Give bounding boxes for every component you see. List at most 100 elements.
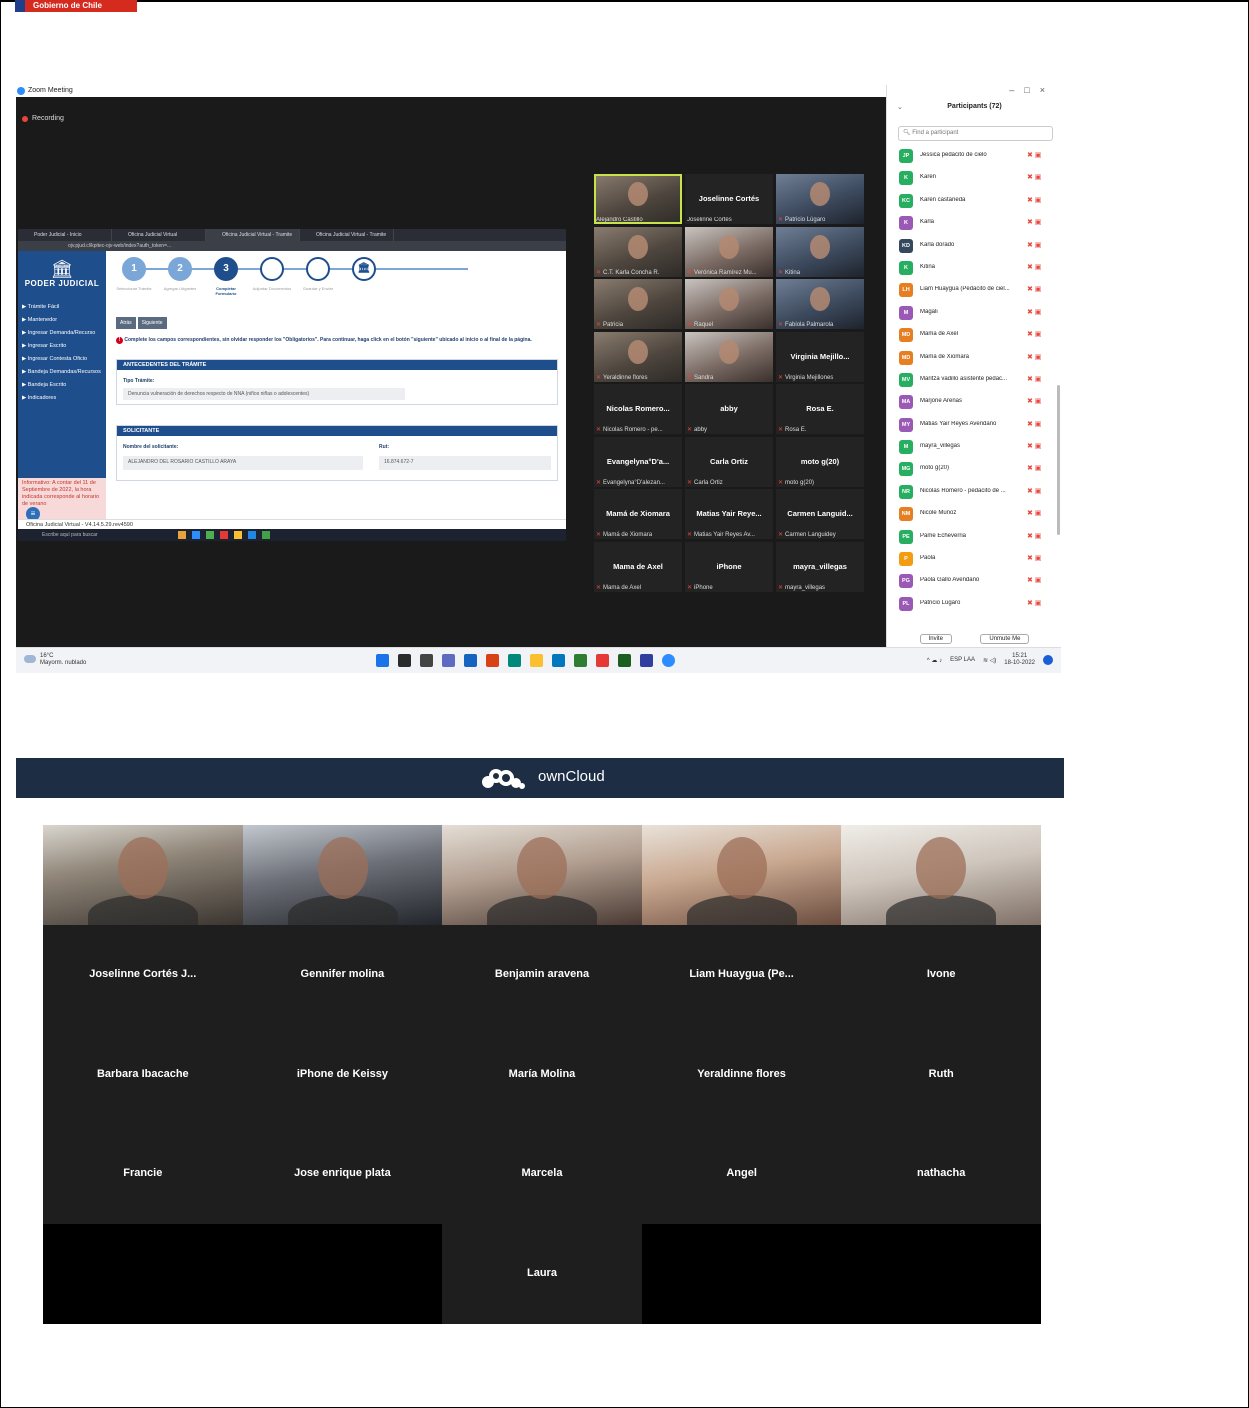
- participant-row[interactable]: PG Paola Gallo Avendaño ✖ ▣: [887, 570, 1057, 592]
- tipo-tramite-field[interactable]: Denuncia vulneración de derechos respect…: [123, 388, 405, 400]
- language-indicator[interactable]: ESP LAA: [950, 657, 975, 663]
- meeting-tile[interactable]: Marcela: [442, 1124, 642, 1225]
- video-tile[interactable]: Carla Ortiz ✕ Carla Ortiz: [685, 436, 773, 487]
- meeting-tile[interactable]: Jose enrique plata: [242, 1124, 443, 1225]
- app-icon[interactable]: [206, 531, 214, 539]
- participant-row[interactable]: Mmayra_villegas ✖ ▣: [887, 436, 1057, 458]
- participant-row[interactable]: MY Matias Yair Reyes Avendaño ✖ ▣: [887, 414, 1057, 436]
- app-icon[interactable]: [262, 531, 270, 539]
- video-tile[interactable]: ✕ Patricio Lúgaro: [776, 174, 864, 224]
- video-tile[interactable]: ✕ Raquel: [685, 279, 773, 329]
- app-icon[interactable]: [234, 531, 242, 539]
- recording-label[interactable]: Recording: [32, 115, 64, 122]
- pj-menu-item[interactable]: ▶ Ingresar Demanda/Recurso: [18, 327, 106, 340]
- browser-tab[interactable]: Oficina Judicial Virtual - Tramite: [300, 229, 394, 241]
- step-5[interactable]: [306, 257, 330, 281]
- participant-row[interactable]: NR Nicolas Romero - pedacito de ... ✖ ▣: [887, 481, 1057, 503]
- meeting-tile[interactable]: Francie: [43, 1124, 243, 1225]
- video-tile[interactable]: Virginia Mejillo... ✕ Virginia Mejillones: [776, 331, 864, 382]
- meeting-tile[interactable]: [43, 825, 243, 925]
- participant-row[interactable]: MG moto g(20) ✖ ▣: [887, 458, 1057, 480]
- window-controls[interactable]: –□×: [1009, 85, 1055, 95]
- weather-widget[interactable]: 16°C Mayorm. nublado: [24, 653, 86, 667]
- browser-url[interactable]: ojv.pjud.cl/kpitec-ojv-web/index?auth_to…: [18, 241, 566, 251]
- video-tile[interactable]: ✕ Fabiola Palmarola: [776, 279, 864, 329]
- participant-row[interactable]: LH Liam Huaygua (Pedacito de ciel... ✖ ▣: [887, 279, 1057, 301]
- video-tile[interactable]: ✕ Sandra: [685, 331, 773, 382]
- browser-tab-active[interactable]: Oficina Judicial Virtual - Tramite: [206, 229, 300, 241]
- meeting-tile[interactable]: Laura: [442, 1224, 642, 1324]
- pj-menu-item[interactable]: ▶ Ingresar Contesta Oficio: [18, 353, 106, 366]
- video-tile[interactable]: ✕ Verónica Ramírez Mu...: [685, 226, 773, 277]
- participant-row[interactable]: JP Jessica pedacito de cielo ✖ ▣: [887, 145, 1057, 167]
- scrollbar[interactable]: [1057, 385, 1060, 535]
- app-icon[interactable]: [640, 654, 653, 667]
- video-tile[interactable]: Matias Yair Reye... ✕ Matias Yair Reyes Av…: [685, 489, 773, 539]
- clock[interactable]: 15:21 18-10-2022: [1004, 653, 1035, 667]
- meeting-tile[interactable]: [242, 825, 443, 925]
- participant-row[interactable]: MV Maritza vadillo asistente pedac... ✖ ▣: [887, 369, 1057, 391]
- meeting-tile[interactable]: iPhone de Keissy: [242, 1024, 443, 1125]
- video-tile[interactable]: Rosa E. ✕ Rosa E.: [776, 384, 864, 434]
- video-tile[interactable]: iPhone ✕ iPhone: [685, 541, 773, 592]
- notification-icon[interactable]: [1043, 655, 1053, 665]
- step-3[interactable]: 3: [214, 257, 238, 281]
- video-tile[interactable]: ✕ Patricia: [594, 279, 682, 329]
- participant-row[interactable]: K Karen ✖ ▣: [887, 167, 1057, 189]
- windows-start-icon[interactable]: [376, 654, 389, 667]
- participant-row[interactable]: PL Patricio Lúgaro ✖ ▣: [887, 593, 1057, 615]
- meeting-tile[interactable]: Gennifer molina: [242, 924, 443, 1025]
- meeting-tile[interactable]: Angel: [641, 1124, 842, 1225]
- meeting-tile[interactable]: María Molina: [442, 1024, 642, 1125]
- meeting-tile[interactable]: Barbara Ibacache: [43, 1024, 243, 1125]
- invite-button[interactable]: Invite: [919, 634, 952, 644]
- shared-taskbar-search[interactable]: Escribe aquí para buscar: [42, 532, 98, 538]
- pj-menu-item[interactable]: ▶ Ingresar Escrito: [18, 340, 106, 353]
- teams-icon[interactable]: [464, 654, 477, 667]
- browser-tab[interactable]: Poder Judicial - Inicio: [18, 229, 112, 241]
- app-icon[interactable]: [248, 531, 256, 539]
- video-tile[interactable]: Mama de Axel ✕ Mama de Axel: [594, 541, 682, 592]
- video-tile[interactable]: Mamá de Xiomara ✕ Mamá de Xiomara: [594, 489, 682, 539]
- meeting-tile[interactable]: Yeraldinne flores: [641, 1024, 842, 1125]
- video-tile[interactable]: ✕ Kitina: [776, 226, 864, 277]
- back-button[interactable]: Atrás: [116, 317, 136, 329]
- participant-row[interactable]: P Paola ✖ ▣: [887, 548, 1057, 570]
- participant-row[interactable]: K Karla ✖ ▣: [887, 212, 1057, 234]
- explorer-icon[interactable]: [530, 654, 543, 667]
- app-icon[interactable]: [220, 531, 228, 539]
- edge-icon[interactable]: [508, 654, 521, 667]
- participant-row[interactable]: PE Pame Echeverria ✖ ▣: [887, 526, 1057, 548]
- wifi-volume-icon[interactable]: ≋ ◁): [983, 657, 996, 664]
- app-icon[interactable]: [192, 531, 200, 539]
- video-tile[interactable]: Joselinne Cortés Joselinne Cortés: [685, 174, 773, 224]
- meeting-tile[interactable]: [641, 825, 842, 925]
- app-icon[interactable]: [178, 531, 186, 539]
- chat-icon[interactable]: [442, 654, 455, 667]
- meeting-tile[interactable]: Joselinne Cortés J...: [43, 924, 243, 1025]
- search-icon[interactable]: [398, 654, 411, 667]
- video-tile[interactable]: abby ✕ abby: [685, 384, 773, 434]
- meeting-tile[interactable]: Liam Huaygua (Pe...: [641, 924, 842, 1025]
- pj-menu-item[interactable]: ▶ Bandeja Demandas/Recursos: [18, 366, 106, 379]
- participant-row[interactable]: MD Mamá de Xiomara ✖ ▣: [887, 347, 1057, 369]
- video-tile[interactable]: ✕ Yeraldinne flores: [594, 331, 682, 382]
- meeting-tile[interactable]: [442, 825, 642, 925]
- chrome-icon[interactable]: [596, 654, 609, 667]
- pj-menu-item[interactable]: ▶ Mantenedor: [18, 314, 106, 327]
- video-tile[interactable]: Carmen Languid... ✕ Carmen Languidey: [776, 489, 864, 539]
- participant-row[interactable]: MA Marjorie Arenas ✖ ▣: [887, 391, 1057, 413]
- video-tile[interactable]: moto g(20) ✕ moto g(20): [776, 436, 864, 487]
- participant-row[interactable]: NM Nicole Muñoz ✖ ▣: [887, 503, 1057, 525]
- meeting-tile[interactable]: Ivone: [841, 924, 1041, 1025]
- store-icon[interactable]: [552, 654, 565, 667]
- participant-row[interactable]: MD Mama de Axel ✖ ▣: [887, 324, 1057, 346]
- zoom-taskbar-icon[interactable]: [662, 654, 675, 667]
- excel-icon[interactable]: [618, 654, 631, 667]
- pj-menu-item[interactable]: ▶ Trámite Fácil: [18, 301, 106, 314]
- step-1[interactable]: 1: [122, 257, 146, 281]
- video-tile[interactable]: Alejandro Castillo: [594, 174, 682, 224]
- participant-row[interactable]: K Kitina ✖ ▣: [887, 257, 1057, 279]
- rut-field[interactable]: 16.874.672-7: [379, 456, 551, 470]
- nombre-field[interactable]: ALEJANDRO DEL ROSARIO CASTILLO ARAYA: [123, 456, 363, 470]
